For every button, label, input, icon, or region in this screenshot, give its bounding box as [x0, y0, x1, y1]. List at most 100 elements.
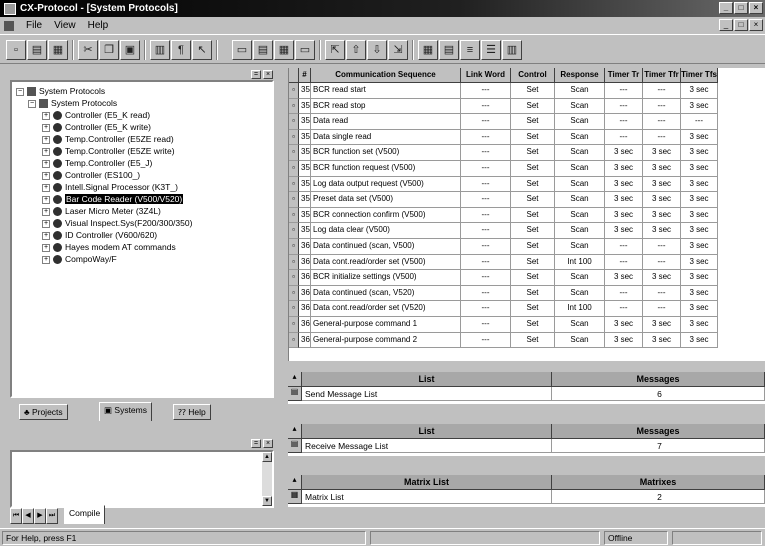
grid-cell[interactable]: 3 sec [643, 207, 681, 224]
grid-cell[interactable]: 3 sec [605, 207, 643, 224]
copy-icon[interactable]: ❐ [99, 40, 119, 60]
large-icons-icon[interactable]: ▦ [418, 40, 438, 60]
receive-list-header-messages[interactable]: Messages [552, 424, 765, 439]
grid-cell[interactable]: --- [681, 114, 718, 130]
grid-cell[interactable]: Scan [555, 192, 605, 208]
grid-cell[interactable]: --- [461, 332, 511, 349]
tree-item[interactable]: + Controller (E5_K read) [42, 110, 150, 121]
sequence-row-icon[interactable]: ▫ [289, 176, 299, 193]
sequence-row-icon[interactable]: ▫ [289, 83, 299, 99]
grid-cell[interactable]: --- [461, 301, 511, 317]
grid-cell[interactable]: 364 [299, 301, 311, 317]
tree-item[interactable]: + Bar Code Reader (V500/V520) [42, 194, 184, 205]
grid-cell[interactable]: 357 [299, 192, 311, 208]
grid-cell[interactable]: Data continued (scan, V520) [311, 285, 461, 302]
close-button[interactable]: × [749, 2, 763, 14]
grid-cell[interactable]: 3 sec [681, 176, 718, 193]
tree-item[interactable]: + Visual Inspect.Sys(F200/300/350) [42, 218, 192, 229]
grid-cell[interactable]: Preset data set (V500) [311, 192, 461, 208]
grid-cell[interactable]: --- [605, 129, 643, 146]
grid-cell[interactable]: 3 sec [681, 317, 718, 333]
grid-cell[interactable]: --- [643, 129, 681, 146]
grid-cell[interactable]: --- [461, 161, 511, 177]
tab-prev-icon[interactable]: ◀ [22, 508, 34, 524]
grid-cell[interactable]: 3 sec [605, 270, 643, 286]
grid-column-header[interactable]: Control [511, 68, 555, 83]
grid-cell[interactable]: --- [461, 192, 511, 208]
grid-column-header[interactable]: Timer Tfs [681, 68, 718, 83]
tab-last-icon[interactable]: ⏭ [46, 508, 58, 524]
app-icon[interactable] [4, 2, 16, 15]
grid-cell[interactable]: 3 sec [681, 83, 718, 99]
sequence-row-icon[interactable]: ▫ [289, 223, 299, 239]
grid-cell[interactable]: Set [511, 145, 555, 161]
output-scrollbar[interactable]: ▲ ▼ [262, 452, 272, 506]
grid-cell[interactable]: Scan [555, 129, 605, 146]
info-icon[interactable]: ¶ [171, 40, 191, 60]
grid-cell[interactable]: 3 sec [681, 254, 718, 271]
matrix-list-header-list[interactable]: Matrix List [302, 475, 552, 490]
grid-cell[interactable]: Set [511, 207, 555, 224]
grid-column-header[interactable]: # [299, 68, 311, 83]
expand-icon[interactable]: ⇲ [388, 40, 408, 60]
expand-icon[interactable]: + [42, 123, 50, 132]
grid-cell[interactable]: 358 [299, 207, 311, 224]
grid-cell[interactable]: 3 sec [643, 317, 681, 333]
align-left-icon[interactable]: ⇱ [325, 40, 345, 60]
grid-column-header[interactable]: Communication Sequence [311, 68, 461, 83]
grid-cell[interactable]: --- [643, 301, 681, 317]
grid-cell[interactable]: --- [461, 114, 511, 130]
sequence-row-icon[interactable]: ▫ [289, 254, 299, 271]
menu-view[interactable]: View [54, 20, 76, 31]
mdi-close-button[interactable]: × [749, 19, 763, 31]
grid-column-header[interactable]: Timer Tfr [643, 68, 681, 83]
grid-cell[interactable]: 355 [299, 161, 311, 177]
tree-item[interactable]: + Hayes modem AT commands [42, 242, 176, 253]
tree-item[interactable]: + Controller (ES100_) [42, 170, 140, 181]
grid-cell[interactable]: --- [461, 239, 511, 255]
grid-cell[interactable]: 3 sec [605, 176, 643, 193]
tree-item[interactable]: + Temp.Controller (E5ZE read) [42, 134, 174, 145]
grid-cell[interactable]: BCR function request (V500) [311, 161, 461, 177]
grid-cell[interactable]: --- [461, 223, 511, 239]
expand-icon[interactable]: + [42, 243, 50, 252]
receive-list-row-name[interactable]: Receive Message List [302, 439, 552, 453]
sequence-row-icon[interactable]: ▫ [289, 161, 299, 177]
tab-compile[interactable]: Compile [64, 505, 106, 524]
grid-cell[interactable]: 3 sec [643, 270, 681, 286]
sequence-row-icon[interactable]: ▫ [289, 145, 299, 161]
tree-item[interactable]: + Laser Micro Meter (3Z4L) [42, 206, 161, 217]
sequence-row-icon[interactable]: ▫ [289, 270, 299, 286]
grid-cell[interactable]: --- [461, 176, 511, 193]
grid-cell[interactable]: Set [511, 239, 555, 255]
sequence-row-icon[interactable]: ▫ [289, 207, 299, 224]
tree-root[interactable]: − System Protocols [16, 86, 105, 97]
toggle-grid-icon[interactable]: ▦ [274, 40, 294, 60]
output-close-button[interactable]: × [263, 439, 273, 448]
sequence-row-icon[interactable]: ▫ [289, 98, 299, 115]
grid-cell[interactable]: 365 [299, 317, 311, 333]
grid-cell[interactable]: 3 sec [681, 192, 718, 208]
grid-cell[interactable]: Set [511, 223, 555, 239]
send-list-header-messages[interactable]: Messages [552, 372, 765, 387]
grid-cell[interactable]: 3 sec [681, 145, 718, 161]
grid-cell[interactable]: --- [461, 129, 511, 146]
grid-cell[interactable]: 3 sec [681, 98, 718, 115]
grid-cell[interactable]: 3 sec [681, 239, 718, 255]
grid-cell[interactable]: BCR function set (V500) [311, 145, 461, 161]
receive-list-row-icon[interactable]: ▤ [288, 439, 302, 453]
grid-cell[interactable]: 3 sec [681, 285, 718, 302]
grid-cell[interactable]: BCR read stop [311, 98, 461, 115]
sequence-row-icon[interactable]: ▫ [289, 285, 299, 302]
grid-cell[interactable]: Scan [555, 161, 605, 177]
expand-icon[interactable]: + [42, 195, 50, 204]
grid-cell[interactable]: Set [511, 114, 555, 130]
tree-item[interactable]: + CompoWay/F [42, 254, 117, 265]
tab-first-icon[interactable]: ⏮ [10, 508, 22, 524]
pane-close-button[interactable]: × [263, 70, 273, 79]
tree-item[interactable]: + Intell.Signal Processor (K3T_) [42, 182, 178, 193]
expand-icon[interactable]: + [42, 147, 50, 156]
vertical-splitter[interactable] [283, 68, 287, 528]
grid-cell[interactable]: --- [461, 207, 511, 224]
grid-cell[interactable]: 3 sec [681, 207, 718, 224]
